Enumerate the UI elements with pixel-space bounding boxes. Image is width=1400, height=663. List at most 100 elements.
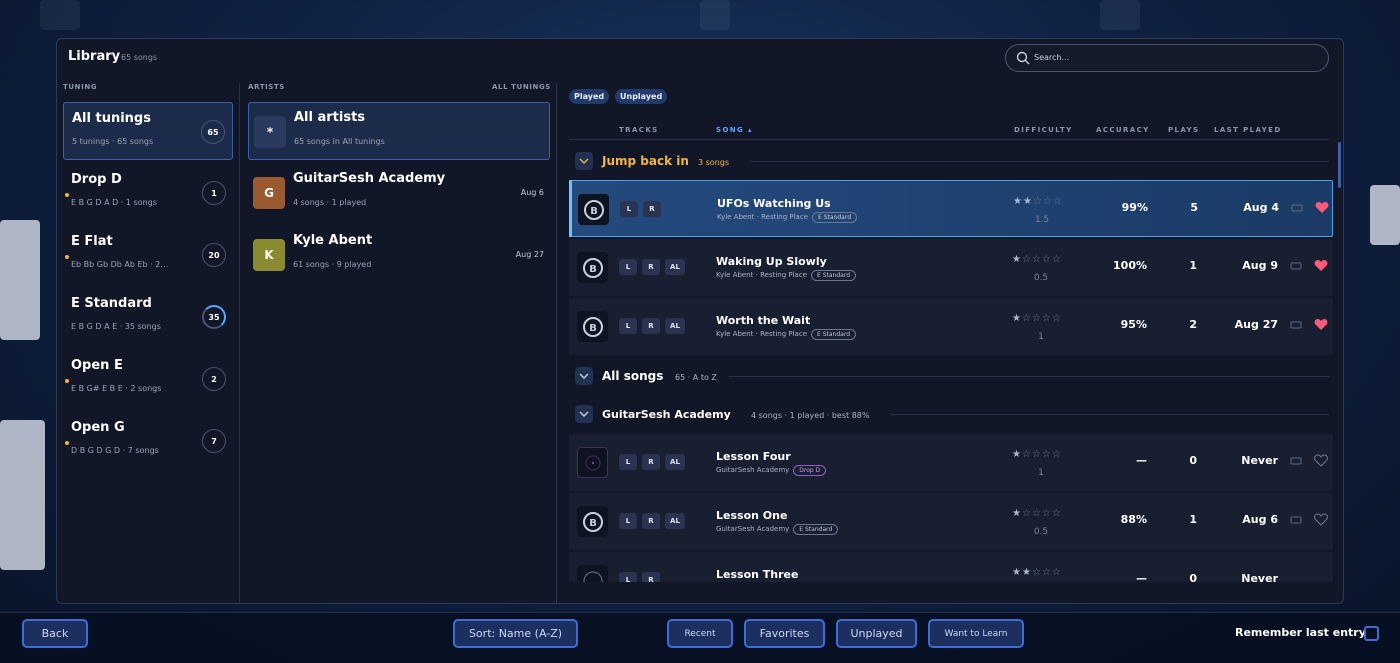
heart-icon[interactable] (1315, 201, 1329, 214)
tuning-sub: E B G D A E · 35 songs (71, 322, 161, 331)
tuning-name: Drop D (71, 172, 122, 187)
tuning-name: Open E (71, 358, 123, 373)
tuning-header: TUNING (63, 83, 98, 91)
heart-icon[interactable] (1314, 454, 1328, 467)
difficulty-stars: ★☆☆☆☆ (1012, 313, 1062, 324)
trophy-icon[interactable] (1290, 514, 1302, 526)
column-header-plays[interactable]: PLAYS (1168, 126, 1199, 134)
tuning-item-all[interactable]: All tunings 5 tunings · 65 songs 65 (63, 102, 233, 160)
unplayed-button[interactable]: Unplayed (836, 619, 917, 648)
heart-icon[interactable] (1314, 318, 1328, 331)
column-header-difficulty[interactable]: DIFFICULTY (1014, 126, 1073, 134)
artist-item-all[interactable]: * All artists 65 songs in All tunings (248, 102, 550, 160)
song-row-lesson-three[interactable]: L R Lesson Three ★★☆☆☆ — 0 Never (569, 552, 1333, 582)
song-row-ufos-watching-us[interactable]: B L R UFOs Watching Us Kyle Abent · Rest… (569, 180, 1333, 237)
remember-last-entry-checkbox[interactable] (1364, 626, 1379, 641)
track-alt-lead-tag: AL (665, 259, 685, 275)
difficulty-stars: ★☆☆☆☆ (1012, 508, 1062, 519)
tuning-count-badge: 7 (202, 429, 226, 453)
group-sub: 65 · A to Z (675, 373, 717, 382)
group-sub: 4 songs · 1 played · best 88% (751, 411, 870, 420)
difficulty-stars: ★★☆☆☆ (1013, 196, 1063, 207)
difficulty-badge-icon (577, 447, 608, 478)
difficulty-value: 0.5 (1033, 273, 1049, 283)
trophy-icon[interactable] (1291, 202, 1303, 214)
want-to-learn-button[interactable]: Want to Learn (928, 619, 1024, 648)
track-alt-lead-tag: AL (665, 513, 685, 529)
header-divider (569, 139, 1329, 140)
remember-last-entry-label: Remember last entry (1235, 626, 1366, 639)
song-title: Worth the Wait (716, 314, 811, 327)
tuning-count-badge: 2 (202, 367, 226, 391)
search-input[interactable]: Search... (1005, 44, 1329, 72)
song-artist: Kyle Abent · Resting Place E Standard (716, 329, 857, 340)
song-artist: Kyle Abent · Resting Place E Standard (716, 270, 857, 281)
artist-sub: 61 songs · 9 played (293, 260, 372, 269)
song-artist-text: GuitarSesh Academy (716, 525, 790, 533)
library-title: Library (68, 49, 121, 64)
filter-unplayed-pill[interactable]: Unplayed (615, 89, 668, 104)
difficulty-badge-icon: B (578, 194, 609, 225)
track-lead-tag: L (619, 454, 637, 470)
tuning-name: E Flat (71, 234, 113, 249)
heart-icon[interactable] (1314, 513, 1328, 526)
trophy-icon[interactable] (1290, 260, 1302, 272)
last-played-value: Aug 9 (1242, 259, 1278, 272)
last-played-value: Aug 4 (1243, 201, 1279, 214)
tuning-name: All tunings (72, 111, 151, 126)
song-row-lesson-four[interactable]: L R AL Lesson Four GuitarSesh Academy Dro… (569, 434, 1333, 491)
trophy-icon[interactable] (1290, 455, 1302, 467)
group-title: GuitarSesh Academy (602, 408, 731, 421)
column-header-accuracy[interactable]: ACCURACY (1096, 126, 1150, 134)
last-played-value: Aug 27 (1234, 318, 1278, 331)
trophy-icon[interactable] (1290, 319, 1302, 331)
song-list-scrollbar[interactable] (1338, 142, 1341, 188)
track-alt-lead-tag: AL (665, 454, 685, 470)
heart-icon[interactable] (1314, 259, 1328, 272)
group-toggle[interactable] (575, 367, 593, 385)
tuning-sub: Eb Bb Gb Db Ab Eb · 2… (71, 260, 169, 269)
artist-item-guitarsesh[interactable]: G GuitarSesh Academy 4 songs · 1 played … (248, 164, 550, 222)
song-title: UFOs Watching Us (717, 197, 831, 210)
plays-value: 1 (1189, 513, 1197, 526)
tuning-item-open-g[interactable]: Open G D B G D G D · 7 songs 7 (63, 412, 233, 470)
tuning-item-e-flat[interactable]: E Flat Eb Bb Gb Db Ab Eb · 2… 20 (63, 226, 233, 284)
track-rhythm-tag: R (643, 201, 661, 217)
track-lead-tag: L (619, 318, 637, 334)
recent-button[interactable]: Recent (667, 619, 733, 648)
accuracy-value: 95% (1120, 318, 1147, 331)
group-jump-back-in: Jump back in 3 songs (569, 150, 1329, 174)
difficulty-stars: ★☆☆☆☆ (1012, 254, 1062, 265)
chevron-down-icon (579, 158, 589, 164)
group-title: Jump back in (602, 154, 689, 168)
tuning-item-drop-d[interactable]: Drop D E B G D A D · 1 songs 1 (63, 164, 233, 222)
back-button[interactable]: Back (22, 619, 88, 648)
tuning-item-e-standard[interactable]: E Standard E B G D A E · 35 songs 35 (63, 288, 233, 346)
column-header-tracks[interactable]: TRACKS (619, 126, 659, 134)
artist-item-kyle-abent[interactable]: K Kyle Abent 61 songs · 9 played Aug 27 (248, 226, 550, 284)
artist-last-played: Aug 6 (520, 188, 544, 197)
accuracy-value: — (1136, 572, 1147, 582)
tuning-sub: 5 tunings · 65 songs (72, 137, 154, 146)
filter-played-pill[interactable]: Played (569, 89, 610, 104)
group-toggle[interactable] (575, 152, 593, 170)
column-header-last-played[interactable]: LAST PLAYED (1214, 126, 1282, 134)
favorites-button[interactable]: Favorites (744, 619, 825, 648)
group-toggle[interactable] (575, 405, 593, 423)
sort-button[interactable]: Sort: Name (A-Z) (453, 619, 578, 648)
tuning-indicator-dot (65, 193, 69, 197)
song-artist-text: GuitarSesh Academy (716, 466, 790, 474)
tuning-item-open-e[interactable]: Open E E B G# E B E · 2 songs 2 (63, 350, 233, 408)
svg-text:B: B (590, 206, 598, 217)
library-panel: Library 65 songs Search... TUNING ARTIST… (56, 38, 1344, 604)
avatar: * (254, 116, 286, 148)
track-rhythm-tag: R (642, 572, 660, 582)
track-rhythm-tag: R (642, 513, 660, 529)
column-header-song[interactable]: SONG ▴ (716, 126, 753, 134)
song-row-lesson-one[interactable]: B L R AL Lesson One GuitarSesh Academy E … (569, 493, 1333, 550)
song-row-worth-the-wait[interactable]: B L R AL Worth the Wait Kyle Abent · Res… (569, 298, 1333, 355)
artist-sub: 65 songs in All tunings (294, 137, 385, 146)
song-row-waking-up-slowly[interactable]: B L R AL Waking Up Slowly Kyle Abent · R… (569, 239, 1333, 296)
tuning-indicator-dot (65, 255, 69, 259)
tuning-sub: E B G# E B E · 2 songs (71, 384, 162, 393)
